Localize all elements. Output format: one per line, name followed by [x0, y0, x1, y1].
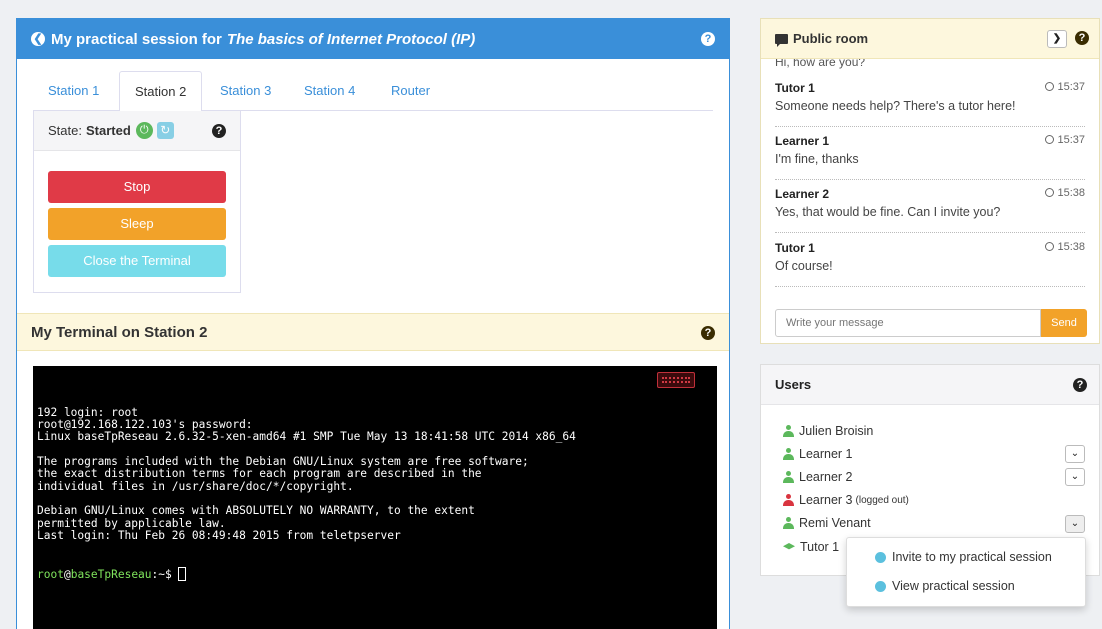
message-text: Someone needs help? There's a tutor here… — [775, 99, 1016, 113]
tab-station-4[interactable]: Station 4 — [289, 71, 370, 111]
user-item[interactable]: Learner 1 — [783, 444, 853, 464]
terminal-screen[interactable]: 192 login: root root@192.168.122.103's pa… — [33, 366, 717, 629]
state-row: State: Started ⏻ ↻ ? — [34, 111, 240, 151]
keyboard-icon[interactable] — [657, 372, 695, 388]
tab-station-2[interactable]: Station 2 — [119, 71, 203, 112]
user-online-icon — [783, 471, 794, 483]
sleep-button[interactable]: Sleep — [48, 208, 226, 240]
practical-session-panel: ❮ My practical session for The basics of… — [16, 18, 730, 629]
user-name: Tutor 1 — [800, 540, 840, 554]
clock-icon — [1045, 188, 1055, 197]
session-title-prefix: My practical session for — [51, 30, 222, 48]
public-room-panel: Public room ❯ ? Hi, how are you? Tutor 1… — [760, 18, 1100, 344]
station-tabs: Station 1 Station 2 Station 3 Station 4 … — [33, 71, 713, 112]
state-label: State: — [48, 123, 82, 138]
users-title: Users — [775, 377, 812, 392]
clock-icon — [1045, 242, 1055, 251]
tab-router[interactable]: Router — [376, 71, 445, 111]
message-time: 15:38 — [1045, 187, 1085, 199]
message-author: Tutor 1 — [775, 81, 815, 95]
terminal-help-icon[interactable]: ? — [701, 326, 715, 340]
terminal-header: My Terminal on Station 2 ? — [17, 313, 729, 351]
chat-messages[interactable]: Hi, how are you? Tutor 1 15:37 Someone n… — [761, 59, 1099, 301]
message-text: I'm fine, thanks — [775, 152, 859, 166]
clock-icon — [1045, 135, 1055, 144]
chat-title: Public room — [793, 31, 869, 46]
message-text: Of course! — [775, 259, 833, 273]
chevron-down-icon[interactable]: ❯ — [1047, 30, 1067, 48]
user-name: Learner 2 — [799, 470, 853, 484]
session-header: ❮ My practical session for The basics of… — [17, 19, 729, 59]
chat-message: Tutor 1 15:37 Someone needs help? There'… — [775, 75, 1085, 127]
graduation-cap-icon — [783, 543, 795, 550]
user-menu-chevron-icon[interactable]: ⌄ — [1065, 515, 1085, 533]
terminal-output: 192 login: root root@192.168.122.103's pa… — [37, 406, 713, 542]
view-session-menu-item[interactable]: View practical session — [875, 579, 1015, 593]
chat-bubble-icon — [775, 33, 788, 47]
user-item[interactable]: Julien Broisin — [783, 421, 873, 441]
terminal-title: My Terminal on Station 2 — [31, 324, 208, 341]
eye-icon — [875, 580, 886, 592]
tab-station-3[interactable]: Station 3 — [205, 71, 286, 111]
message-time: 15:38 — [1045, 241, 1085, 253]
chat-message-partial: Hi, how are you? — [775, 59, 866, 69]
terminal-line: permitted by applicable law. — [37, 516, 226, 530]
clock-icon — [1045, 82, 1055, 91]
message-time: 15:37 — [1045, 134, 1085, 146]
terminal-line: the exact distribution terms for each pr… — [37, 467, 482, 481]
user-name: Learner 1 — [799, 447, 853, 461]
refresh-icon[interactable]: ↻ — [156, 122, 174, 139]
terminal-line: Linux baseTpReseau 2.6.32-5-xen-amd64 #1… — [37, 430, 576, 444]
chat-header: Public room ❯ ? — [761, 19, 1099, 59]
user-name: Julien Broisin — [799, 424, 874, 438]
stop-button[interactable]: Stop — [48, 171, 226, 203]
state-value: Started — [85, 123, 131, 138]
message-author: Learner 1 — [775, 134, 830, 148]
help-icon[interactable]: ? — [701, 32, 715, 46]
terminal-cursor — [178, 566, 187, 581]
session-title-course: The basics of Internet Protocol (IP) — [226, 30, 476, 48]
user-offline-icon — [783, 494, 794, 506]
chat-message: Learner 1 15:37 I'm fine, thanks — [775, 128, 1085, 180]
user-menu-chevron-icon[interactable]: ⌄ — [1065, 445, 1085, 463]
chat-message: Tutor 1 15:38 Of course! — [775, 235, 1085, 287]
user-context-menu: Invite to my practical session View prac… — [846, 537, 1086, 607]
user-item[interactable]: Learner 3 (logged out) — [783, 490, 909, 510]
user-online-icon — [783, 517, 794, 529]
user-name: Remi Venant — [799, 516, 871, 530]
user-item[interactable]: Learner 2 — [783, 467, 853, 487]
chat-message-input[interactable] — [775, 309, 1041, 337]
tab-station-1[interactable]: Station 1 — [33, 71, 114, 111]
terminal-line: Last login: Thu Feb 26 08:49:48 2015 fro… — [37, 528, 401, 542]
terminal-prompt[interactable]: root@baseTpReseau:~$ — [37, 566, 713, 581]
check-circle-icon — [875, 551, 886, 563]
user-menu-chevron-icon[interactable]: ⌄ — [1065, 468, 1085, 486]
message-time: 15:37 — [1045, 81, 1085, 93]
power-icon[interactable]: ⏻ — [135, 122, 153, 139]
user-online-icon — [783, 425, 794, 437]
terminal-line: Debian GNU/Linux comes with ABSOLUTELY N… — [37, 504, 475, 518]
message-text: Yes, that would be fine. Can I invite yo… — [775, 205, 1001, 219]
user-name: Learner 3 — [799, 493, 853, 507]
users-help-icon[interactable]: ? — [1073, 378, 1087, 392]
station-state-box: State: Started ⏻ ↻ ? Stop Sleep Close th… — [33, 111, 241, 293]
user-online-icon — [783, 448, 794, 460]
message-author: Tutor 1 — [775, 241, 815, 255]
user-item[interactable]: Tutor 1 — [783, 537, 839, 557]
state-help-icon[interactable]: ? — [212, 124, 226, 138]
chat-message: Learner 2 15:38 Yes, that would be fine.… — [775, 181, 1085, 233]
close-terminal-button[interactable]: Close the Terminal — [48, 245, 226, 277]
user-status-note: (logged out) — [855, 494, 909, 506]
chat-help-icon[interactable]: ? — [1075, 31, 1089, 45]
back-arrow-icon[interactable]: ❮ — [31, 32, 45, 46]
terminal-line: individual files in /usr/share/doc/*/cop… — [37, 479, 354, 493]
user-item[interactable]: Remi Venant — [783, 513, 871, 533]
users-header: Users ? — [761, 365, 1099, 405]
send-button[interactable]: Send — [1041, 309, 1087, 337]
invite-menu-item[interactable]: Invite to my practical session — [875, 550, 1052, 564]
message-author: Learner 2 — [775, 187, 830, 201]
